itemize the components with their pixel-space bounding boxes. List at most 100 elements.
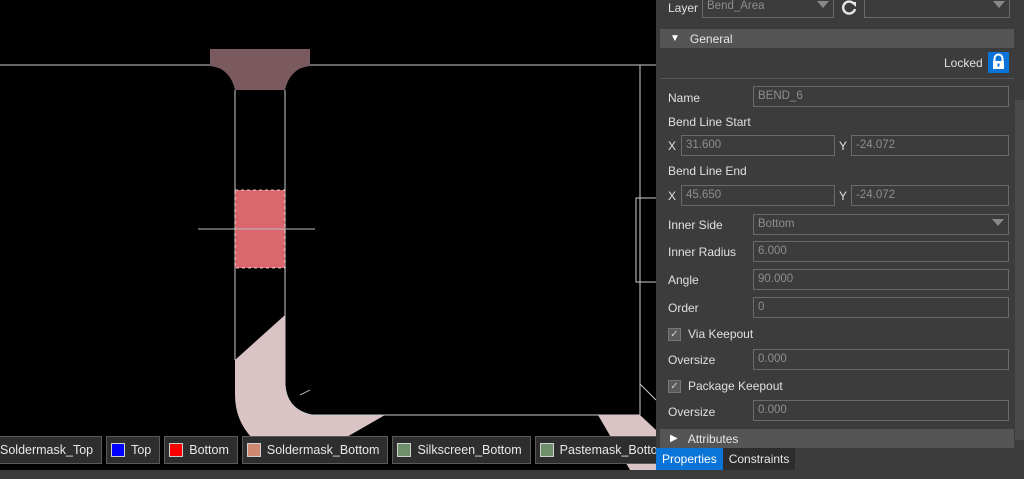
end-y-row: Y [839, 185, 847, 207]
via-oversize-field[interactable]: 0.000 [753, 349, 1009, 370]
diagonal-mark [639, 383, 656, 401]
section-title: Attributes [687, 431, 739, 446]
soldermask-cap [210, 49, 310, 90]
order-label: Order [668, 301, 699, 315]
tab-label: Properties [662, 452, 717, 466]
properties-panel: Layer Bend_Area ▼ General Locked Name BE… [656, 0, 1024, 470]
bend-line-end-row: Bend Line End [668, 160, 747, 182]
chevron-down-icon [992, 219, 1004, 226]
y-label: Y [839, 189, 848, 203]
angle-value: 90.000 [758, 273, 794, 285]
via-keepout-checkbox[interactable]: ✓ [668, 327, 681, 341]
start-y-row: Y [839, 135, 847, 157]
attributes-section-header[interactable]: ▶ Attributes [660, 429, 1014, 448]
panel-tabs: Properties Constraints [656, 448, 796, 470]
x-label: X [668, 189, 677, 203]
layer-tab-soldermask-bottom[interactable]: Soldermask_Bottom [241, 436, 389, 464]
package-keepout-checkbox[interactable]: ✓ [668, 379, 681, 393]
via-keepout-row[interactable]: ✓ Via Keepout [668, 323, 753, 345]
reference-outline [635, 197, 656, 283]
angle-field[interactable]: 90.000 [753, 269, 1009, 290]
layer-color-swatch [539, 443, 554, 457]
end-y-field[interactable]: -24.072 [851, 185, 1009, 206]
end-y-value: -24.072 [856, 189, 896, 201]
package-oversize-field[interactable]: 0.000 [753, 400, 1009, 421]
package-keepout-label: Package Keepout [688, 379, 783, 393]
oversize-label: Oversize [668, 353, 716, 367]
via-keepout-label: Via Keepout [688, 327, 754, 341]
triangle-right-icon: ▶ [670, 433, 678, 444]
layer-tab-pastemask-bottom[interactable]: Pastemask_Bottom [534, 436, 656, 464]
panel-scrollbar[interactable] [1015, 100, 1024, 440]
bend-line-start-label: Bend Line Start [668, 115, 751, 129]
inner-side-label: Inner Side [668, 218, 723, 232]
layer-color-swatch [169, 443, 184, 457]
start-x-row: X [668, 135, 676, 157]
board-outline-bottom [284, 384, 640, 416]
layer-tab-silkscreen-bottom[interactable]: Silkscreen_Bottom [392, 436, 531, 464]
tab-constraints[interactable]: Constraints [722, 448, 796, 470]
name-label: Name [668, 91, 701, 105]
inner-side-row: Inner Side [668, 214, 723, 236]
layer-label: Bottom [189, 443, 229, 457]
pcb-drawing [0, 49, 656, 470]
section-title: General [689, 31, 733, 46]
tab-properties[interactable]: Properties [656, 448, 723, 470]
tab-label: Constraints [728, 452, 790, 466]
layer-select-value: Bend_Area [707, 0, 765, 12]
inner-radius-row: Inner Radius [668, 241, 736, 263]
package-keepout-row[interactable]: ✓ Package Keepout [668, 375, 783, 397]
layer-label: Soldermask_Top [0, 443, 94, 457]
end-x-row: X [668, 185, 676, 207]
inner-radius-label: Inner Radius [668, 245, 737, 259]
start-y-field[interactable]: -24.072 [851, 135, 1009, 156]
small-mark [299, 389, 311, 396]
layer-color-swatch [397, 443, 412, 457]
name-row: Name [668, 87, 700, 109]
order-field[interactable]: 0 [753, 297, 1009, 318]
name-value: BEND_6 [758, 90, 803, 102]
inner-radius-field[interactable]: 6.000 [753, 241, 1009, 262]
order-value: 0 [758, 301, 765, 313]
layer-select[interactable]: Bend_Area [702, 0, 834, 18]
secondary-select[interactable] [864, 0, 1010, 18]
start-x-value: 31.600 [686, 139, 722, 151]
layer-tab-soldermask-top[interactable]: Soldermask_Top [0, 436, 103, 464]
divider [660, 78, 1014, 79]
via-oversize-row: Oversize [668, 349, 715, 371]
triangle-down-icon: ▼ [670, 33, 680, 44]
lock-icon[interactable] [988, 52, 1009, 73]
layer-label: Soldermask_Bottom [266, 443, 380, 457]
order-row: Order [668, 297, 699, 319]
angle-label: Angle [668, 273, 699, 287]
bend-line-end-label: Bend Line End [668, 164, 747, 178]
keepout-region [235, 315, 385, 438]
inner-radius-value: 6.000 [758, 245, 787, 257]
end-x-field[interactable]: 45.650 [681, 185, 835, 206]
name-field[interactable]: BEND_6 [753, 86, 1009, 107]
layer-color-swatch [246, 443, 261, 457]
locked-label: Locked [944, 56, 983, 70]
layer-label: Pastemask_Bottom [559, 443, 656, 457]
angle-row: Angle [668, 269, 699, 291]
layer-tab-top[interactable]: Top [106, 436, 161, 464]
start-x-field[interactable]: 31.600 [681, 135, 835, 156]
refresh-icon[interactable] [840, 0, 858, 17]
y-label: Y [839, 139, 848, 153]
inner-side-select[interactable]: Bottom [753, 214, 1009, 235]
locked-row: Locked [944, 52, 983, 74]
package-oversize-value: 0.000 [758, 404, 787, 416]
oversize-label: Oversize [668, 405, 716, 419]
chevron-down-icon [993, 1, 1005, 8]
inner-side-value: Bottom [758, 218, 795, 230]
bend-line-start-row: Bend Line Start [668, 111, 751, 133]
layer-color-swatch [111, 443, 126, 457]
layer-row: Layer [668, 0, 698, 19]
x-label: X [668, 139, 677, 153]
end-x-value: 45.650 [686, 189, 722, 201]
general-section-header[interactable]: ▼ General [660, 29, 1014, 48]
layer-label: Top [131, 443, 152, 457]
start-y-value: -24.072 [856, 139, 896, 151]
pcb-canvas[interactable]: Soldermask_Top Top Bottom Soldermask_Bot… [0, 0, 656, 470]
layer-tab-bottom[interactable]: Bottom [164, 436, 238, 464]
